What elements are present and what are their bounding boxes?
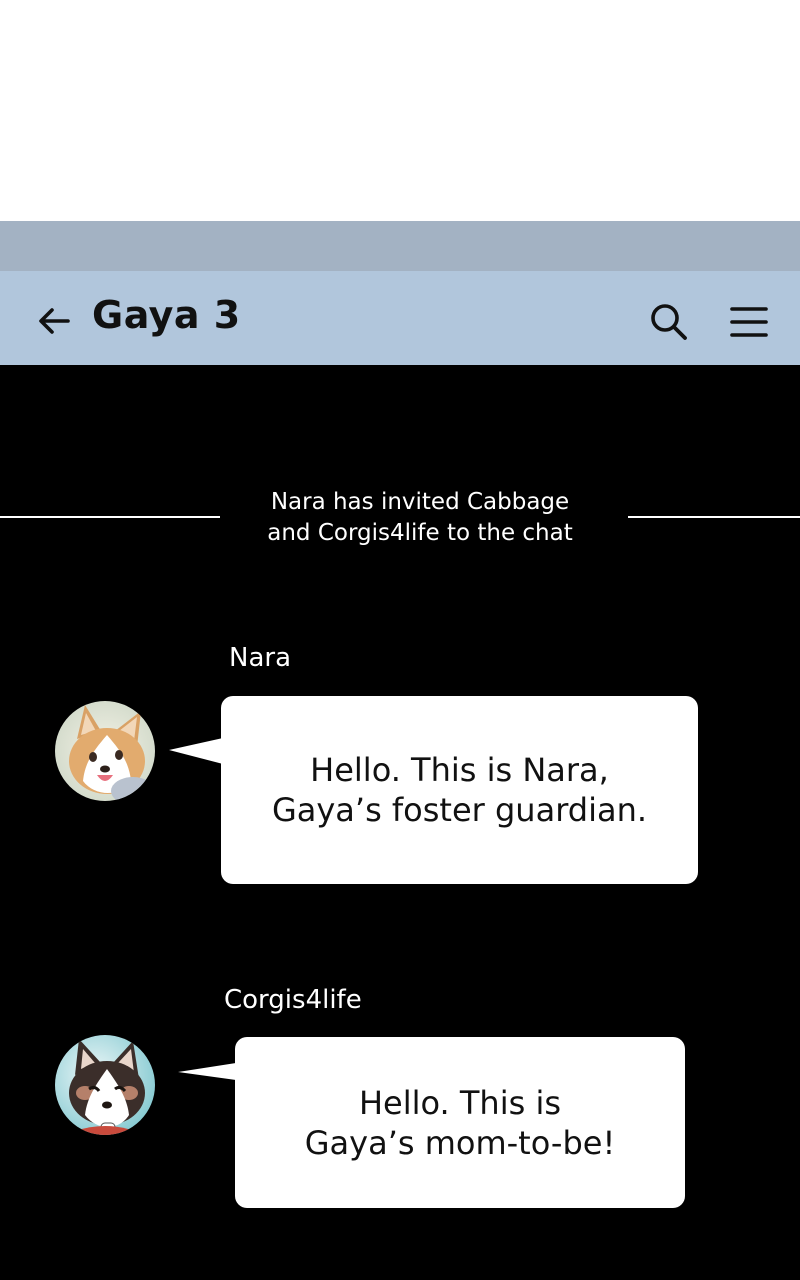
bubble-tail [178,1063,236,1080]
chat-title: Gaya 3 [92,293,241,337]
menu-button[interactable] [728,303,770,343]
message-bubble[interactable]: Hello. This is Gaya’s mom-to-be! [235,1037,685,1208]
arrow-left-icon [39,308,70,334]
search-button[interactable] [648,301,690,343]
avatar[interactable] [55,701,155,801]
chat-area[interactable]: Nara has invited Cabbage and Corgis4life… [0,365,800,1280]
chat-header: Gaya 3 [0,271,800,365]
bubble-tail [169,738,223,764]
search-icon [651,304,687,340]
message-text: Hello. This is Gaya’s mom-to-be! [304,1083,616,1162]
status-bar [0,221,800,271]
corgi-avatar-icon [55,1035,155,1135]
top-blank-area [0,0,800,221]
system-message: Nara has invited Cabbage and Corgis4life… [267,489,573,546]
message-text: Hello. This is Nara, Gaya’s foster guard… [271,751,648,829]
message-bubble[interactable]: Hello. This is Nara, Gaya’s foster guard… [221,696,698,884]
corgi-avatar-icon [55,701,155,801]
sender-name: Corgis4life [224,985,362,1015]
sender-name: Nara [229,643,292,673]
divider-line [0,516,220,518]
menu-icon [730,307,768,337]
back-button[interactable] [34,301,74,341]
avatar[interactable] [55,1035,155,1135]
divider-line [628,516,800,518]
